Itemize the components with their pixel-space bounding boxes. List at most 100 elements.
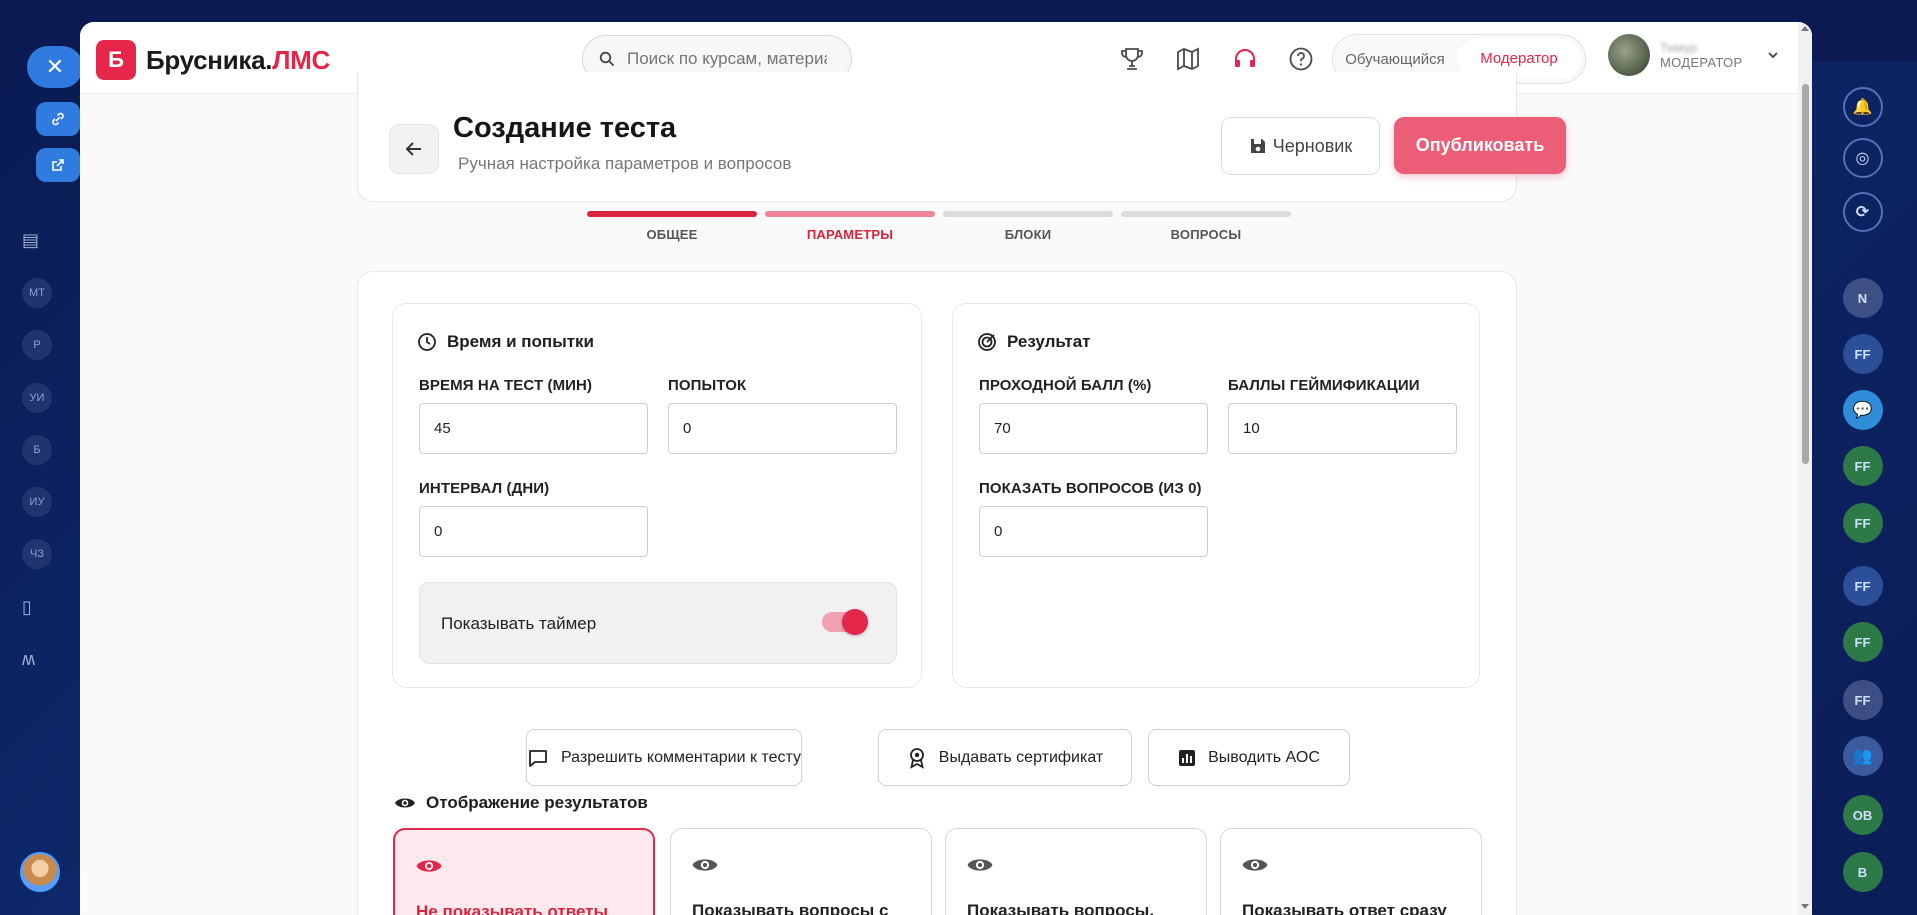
clock-icon bbox=[418, 333, 436, 351]
show-aos-button[interactable]: Выводить АОС bbox=[1148, 729, 1350, 786]
sync-icon[interactable]: ⟳ bbox=[1842, 192, 1883, 232]
issue-certificate-button[interactable]: Выдавать сертификат bbox=[878, 729, 1132, 786]
gamification-points-label: БАЛЛЫ ГЕЙМИФИКАЦИИ bbox=[1228, 377, 1420, 394]
eye-icon bbox=[967, 859, 993, 871]
sidebar-card-icon[interactable]: ▤ bbox=[22, 226, 62, 254]
background-sidebar: ✕ ▤ МТ Р УИ Б ИУ ЧЗ ▯ ʍ bbox=[0, 0, 83, 915]
brand-logo-mark[interactable]: Б bbox=[96, 40, 136, 80]
step-parameters[interactable]: ПАРАМЕТРЫ bbox=[765, 211, 935, 242]
bell-icon[interactable]: 🔔 bbox=[1842, 87, 1883, 127]
sidebar-item-6[interactable]: ЧЗ bbox=[22, 539, 62, 569]
step-progress-bar bbox=[943, 211, 1113, 217]
result-panel-title: Результат bbox=[977, 332, 1091, 352]
step-label: ВОПРОСЫ bbox=[1170, 227, 1242, 242]
user-name: Тимур bbox=[1660, 40, 1698, 55]
brand-logo-text[interactable]: Брусника.ЛМС bbox=[146, 45, 330, 76]
step-blocks[interactable]: БЛОКИ bbox=[943, 211, 1113, 242]
show-questions-input[interactable]: 0 bbox=[979, 506, 1208, 557]
passing-score-label: ПРОХОДНОЙ БАЛЛ (%) bbox=[979, 377, 1152, 394]
passing-score-input[interactable]: 70 bbox=[979, 403, 1208, 454]
chat-avatar-4[interactable]: FF bbox=[1842, 503, 1883, 543]
target-icon bbox=[978, 333, 996, 351]
step-questions[interactable]: ВОПРОСЫ bbox=[1121, 211, 1291, 242]
interval-input[interactable]: 0 bbox=[419, 506, 648, 557]
step-general[interactable]: ОБЩЕЕ bbox=[587, 211, 757, 242]
close-overlay-button[interactable]: ✕ bbox=[27, 46, 83, 88]
help-icon[interactable] bbox=[1286, 44, 1316, 74]
results-option-show-answer-immediately[interactable]: Показывать ответ сразу bbox=[1220, 828, 1482, 915]
chat-avatar-9[interactable]: В bbox=[1842, 852, 1883, 892]
chat-avatar-6[interactable]: FF bbox=[1842, 622, 1883, 662]
assistant-avatar[interactable] bbox=[20, 852, 60, 892]
results-option-label: Показывать ответ сразу bbox=[1242, 901, 1447, 915]
results-option-hide-answers[interactable]: Не показывать ответы bbox=[393, 828, 655, 915]
vertical-scrollbar[interactable] bbox=[1798, 22, 1812, 915]
show-timer-row: Показывать таймер bbox=[419, 582, 897, 664]
eye-icon bbox=[692, 859, 718, 871]
allow-comments-button[interactable]: Разрешить комментарии к тесту bbox=[526, 729, 802, 786]
sidebar-brand-icon[interactable]: ʍ bbox=[22, 645, 62, 673]
sidebar-item-2[interactable]: Р bbox=[22, 330, 62, 360]
map-icon[interactable] bbox=[1173, 44, 1203, 74]
sidebar-item-1[interactable]: МТ bbox=[22, 278, 62, 308]
parameters-card: Время и попытки ВРЕМЯ НА ТЕСТ (МИН) 45 П… bbox=[357, 271, 1517, 915]
user-menu[interactable]: Тимур МОДЕРАТОР bbox=[1608, 34, 1780, 76]
floppy-disk-icon bbox=[1250, 139, 1265, 153]
chat-avatar-2[interactable]: FF bbox=[1842, 334, 1883, 374]
sidebar-item-5[interactable]: ИУ bbox=[22, 487, 62, 517]
scroll-up-icon[interactable] bbox=[1800, 24, 1810, 32]
interval-label: ИНТЕРВАЛ (ДНИ) bbox=[419, 480, 550, 497]
results-option-show-questions-with[interactable]: Показывать вопросы с bbox=[670, 828, 932, 915]
arrow-left-icon bbox=[405, 142, 421, 156]
radar-icon[interactable]: ◎ bbox=[1842, 138, 1883, 178]
scroll-down-icon[interactable] bbox=[1800, 903, 1810, 911]
external-link-icon[interactable] bbox=[36, 148, 80, 182]
search-input[interactable] bbox=[627, 49, 827, 69]
toggle-knob bbox=[842, 609, 868, 635]
chat-avatar-5[interactable]: FF bbox=[1842, 566, 1883, 606]
page-header-card: Создание теста Ручная настройка параметр… bbox=[357, 72, 1566, 202]
scrollbar-thumb[interactable] bbox=[1802, 84, 1809, 464]
link-icon[interactable] bbox=[36, 102, 80, 136]
results-display-title: Отображение результатов bbox=[394, 793, 648, 813]
chevron-down-icon bbox=[1768, 52, 1779, 59]
close-icon: ✕ bbox=[45, 54, 65, 79]
time-input[interactable]: 45 bbox=[419, 403, 648, 454]
save-draft-button[interactable]: Черновик bbox=[1221, 117, 1380, 175]
chat-avatar-7[interactable]: FF bbox=[1842, 680, 1883, 720]
gamification-points-input[interactable]: 10 bbox=[1228, 403, 1457, 454]
attempts-label: ПОПЫТОК bbox=[668, 377, 747, 394]
sidebar-document-icon[interactable]: ▯ bbox=[22, 593, 62, 621]
attempts-input[interactable]: 0 bbox=[668, 403, 897, 454]
show-questions-label: ПОКАЗАТЬ ВОПРОСОВ (ИЗ 0) bbox=[979, 480, 1202, 497]
time-panel-title: Время и попытки bbox=[417, 332, 594, 352]
step-label: ОБЩЕЕ bbox=[646, 227, 698, 242]
sidebar-item-4[interactable]: Б bbox=[22, 435, 62, 465]
chart-icon bbox=[1179, 749, 1196, 766]
show-timer-toggle[interactable] bbox=[822, 609, 868, 635]
background-right-rail: 🔔 ◎ ⟳ N FF 💬 FF FF FF FF FF 👥 ОВ В bbox=[1812, 0, 1917, 915]
group-icon[interactable]: 👥 bbox=[1842, 736, 1883, 776]
eye-icon bbox=[395, 798, 415, 808]
time-label: ВРЕМЯ НА ТЕСТ (МИН) bbox=[419, 377, 593, 394]
results-option-label: Показывать вопросы с bbox=[692, 901, 889, 915]
publish-button[interactable]: Опубликовать bbox=[1394, 117, 1566, 174]
step-progress-bar bbox=[1121, 211, 1291, 217]
trophy-icon[interactable] bbox=[1117, 44, 1147, 74]
step-progress-bar bbox=[765, 211, 935, 217]
chat-avatar-3[interactable]: FF bbox=[1842, 446, 1883, 486]
test-editor-window: Б Брусника.ЛМС Обучающийся Модератор Тим… bbox=[80, 22, 1812, 915]
chat-avatar-8[interactable]: ОВ bbox=[1842, 795, 1883, 835]
avatar bbox=[1608, 34, 1650, 76]
support-icon[interactable] bbox=[1230, 44, 1260, 74]
results-option-show-questions[interactable]: Показывать вопросы, bbox=[945, 828, 1207, 915]
chat-avatar-1[interactable]: N bbox=[1842, 278, 1883, 318]
step-label: ПАРАМЕТРЫ bbox=[806, 227, 894, 242]
chat-bubble-icon[interactable]: 💬 bbox=[1842, 390, 1883, 430]
show-timer-label: Показывать таймер bbox=[441, 614, 597, 633]
back-button[interactable] bbox=[389, 124, 439, 174]
page-title: Создание теста bbox=[453, 112, 677, 144]
sidebar-item-3[interactable]: УИ bbox=[22, 383, 62, 413]
user-role: МОДЕРАТОР bbox=[1660, 55, 1743, 70]
time-attempts-panel: Время и попытки ВРЕМЯ НА ТЕСТ (МИН) 45 П… bbox=[392, 303, 922, 688]
